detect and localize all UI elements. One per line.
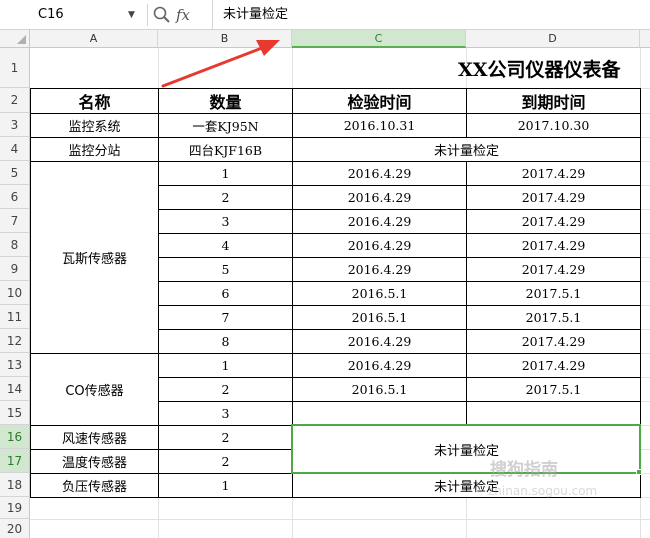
cell-expire-time[interactable]: 2017.5.1 (466, 305, 641, 330)
cell-expire-time[interactable]: 2017.4.29 (466, 353, 641, 378)
column-header-c[interactable]: C (292, 30, 466, 48)
header-qty[interactable]: 数量 (158, 88, 293, 114)
cell-expire-time[interactable]: 2017.4.29 (466, 257, 641, 282)
cell-check-time[interactable]: 2016.5.1 (292, 281, 467, 306)
row-header-5[interactable]: 5 (0, 161, 30, 185)
cell-expire-time[interactable] (466, 401, 641, 426)
cell-qty[interactable]: 3 (158, 209, 293, 234)
row-header-13[interactable]: 13 (0, 353, 30, 377)
cell-qty[interactable]: 1 (158, 353, 293, 378)
cell-check-time[interactable]: 2016.4.29 (292, 161, 467, 186)
cell-qty[interactable]: 2 (158, 185, 293, 210)
cell-name[interactable]: 监控分站 (30, 137, 159, 162)
cell-check-time[interactable]: 2016.10.31 (292, 113, 467, 138)
cell-qty[interactable]: 四台KJF16B (158, 137, 293, 162)
header-check-time[interactable]: 检验时间 (292, 88, 467, 114)
column-header-d[interactable]: D (466, 30, 640, 48)
cell-expire-time[interactable]: 2017.4.29 (466, 161, 641, 186)
row-header-12[interactable]: 12 (0, 329, 30, 353)
cell-name-group-co[interactable]: CO传感器 (30, 353, 159, 426)
cell-expire-time[interactable]: 2017.4.29 (466, 185, 641, 210)
chevron-down-icon[interactable]: ▼ (128, 4, 142, 26)
row-header-8[interactable]: 8 (0, 233, 30, 257)
row-header-18[interactable]: 18 (0, 473, 30, 497)
cell-check-time[interactable]: 2016.4.29 (292, 329, 467, 354)
column-header-a[interactable]: A (30, 30, 158, 48)
row-header-4[interactable]: 4 (0, 137, 30, 161)
cell-status-merged-selected[interactable]: 未计量检定 (292, 425, 641, 474)
row-header-3[interactable]: 3 (0, 113, 30, 137)
row-header-15[interactable]: 15 (0, 401, 30, 425)
cell-qty[interactable]: 3 (158, 401, 293, 426)
cell-expire-time[interactable]: 2017.5.1 (466, 377, 641, 402)
cell-qty[interactable]: 7 (158, 305, 293, 330)
cell-qty[interactable]: 2 (158, 425, 293, 450)
row-header-19[interactable]: 19 (0, 497, 30, 519)
row-header-10[interactable]: 10 (0, 281, 30, 305)
cell-check-time[interactable]: 2016.4.29 (292, 209, 467, 234)
name-box[interactable]: C16 (0, 4, 148, 26)
cell-name[interactable]: 风速传感器 (30, 425, 159, 450)
header-name[interactable]: 名称 (30, 88, 159, 114)
row-header-7[interactable]: 7 (0, 209, 30, 233)
formula-input[interactable]: 未计量检定 (212, 0, 650, 30)
row-header-9[interactable]: 9 (0, 257, 30, 281)
row-header-14[interactable]: 14 (0, 377, 30, 401)
cell-expire-time[interactable]: 2017.4.29 (466, 233, 641, 258)
watermark-url: zhinan.sogou.com (488, 484, 598, 498)
cell-check-time[interactable]: 2016.4.29 (292, 353, 467, 378)
column-header-b[interactable]: B (158, 30, 292, 48)
cell-name[interactable]: 负压传感器 (30, 473, 159, 498)
cell-name[interactable]: 温度传感器 (30, 449, 159, 474)
corner-triangle-icon (17, 35, 26, 44)
row-header-11[interactable]: 11 (0, 305, 30, 329)
cell-expire-time[interactable]: 2017.5.1 (466, 281, 641, 306)
cell-name[interactable]: 监控系统 (30, 113, 159, 138)
row-header-17[interactable]: 17 (0, 449, 30, 473)
cell-check-time[interactable]: 2016.5.1 (292, 305, 467, 330)
sheet-title[interactable]: XX公司仪器仪表备 (458, 48, 620, 88)
row-header-1[interactable]: 1 (0, 48, 30, 88)
row-header-2[interactable]: 2 (0, 88, 30, 113)
cell-expire-time[interactable]: 2017.4.29 (466, 329, 641, 354)
watermark: 搜狗指南 (490, 460, 558, 480)
cell-qty[interactable]: 1 (158, 161, 293, 186)
gridline-horizontal (30, 519, 650, 520)
zoom-icon[interactable] (152, 5, 172, 25)
cell-qty[interactable]: 2 (158, 449, 293, 474)
cell-qty[interactable]: 2 (158, 377, 293, 402)
column-header-e[interactable] (640, 30, 650, 48)
cell-qty[interactable]: 6 (158, 281, 293, 306)
cell-expire-time[interactable]: 2017.4.29 (466, 209, 641, 234)
row-header-16[interactable]: 16 (0, 425, 30, 449)
cell-qty[interactable]: 一套KJ95N (158, 113, 293, 138)
cell-check-time[interactable]: 2016.5.1 (292, 377, 467, 402)
select-all-corner[interactable] (0, 30, 30, 48)
cell-expire-time[interactable]: 2017.10.30 (466, 113, 641, 138)
formula-bar: C16 ▼ fx 未计量检定 (0, 0, 650, 30)
cell-qty[interactable]: 4 (158, 233, 293, 258)
cell-qty[interactable]: 8 (158, 329, 293, 354)
cell-qty[interactable]: 1 (158, 473, 293, 498)
header-expire-time[interactable]: 到期时间 (466, 88, 641, 114)
cell-status-merged[interactable]: 未计量检定 (292, 137, 641, 162)
cell-qty[interactable]: 5 (158, 257, 293, 282)
row-header-20[interactable]: 20 (0, 519, 30, 538)
row-header-6[interactable]: 6 (0, 185, 30, 209)
cell-check-time[interactable]: 2016.4.29 (292, 257, 467, 282)
fill-handle[interactable] (636, 469, 642, 475)
cell-check-time[interactable]: 2016.4.29 (292, 185, 467, 210)
cell-check-time[interactable] (292, 401, 467, 426)
cell-check-time[interactable]: 2016.4.29 (292, 233, 467, 258)
cell-name-group-gas[interactable]: 瓦斯传感器 (30, 161, 159, 354)
fx-icon[interactable]: fx (176, 4, 202, 26)
